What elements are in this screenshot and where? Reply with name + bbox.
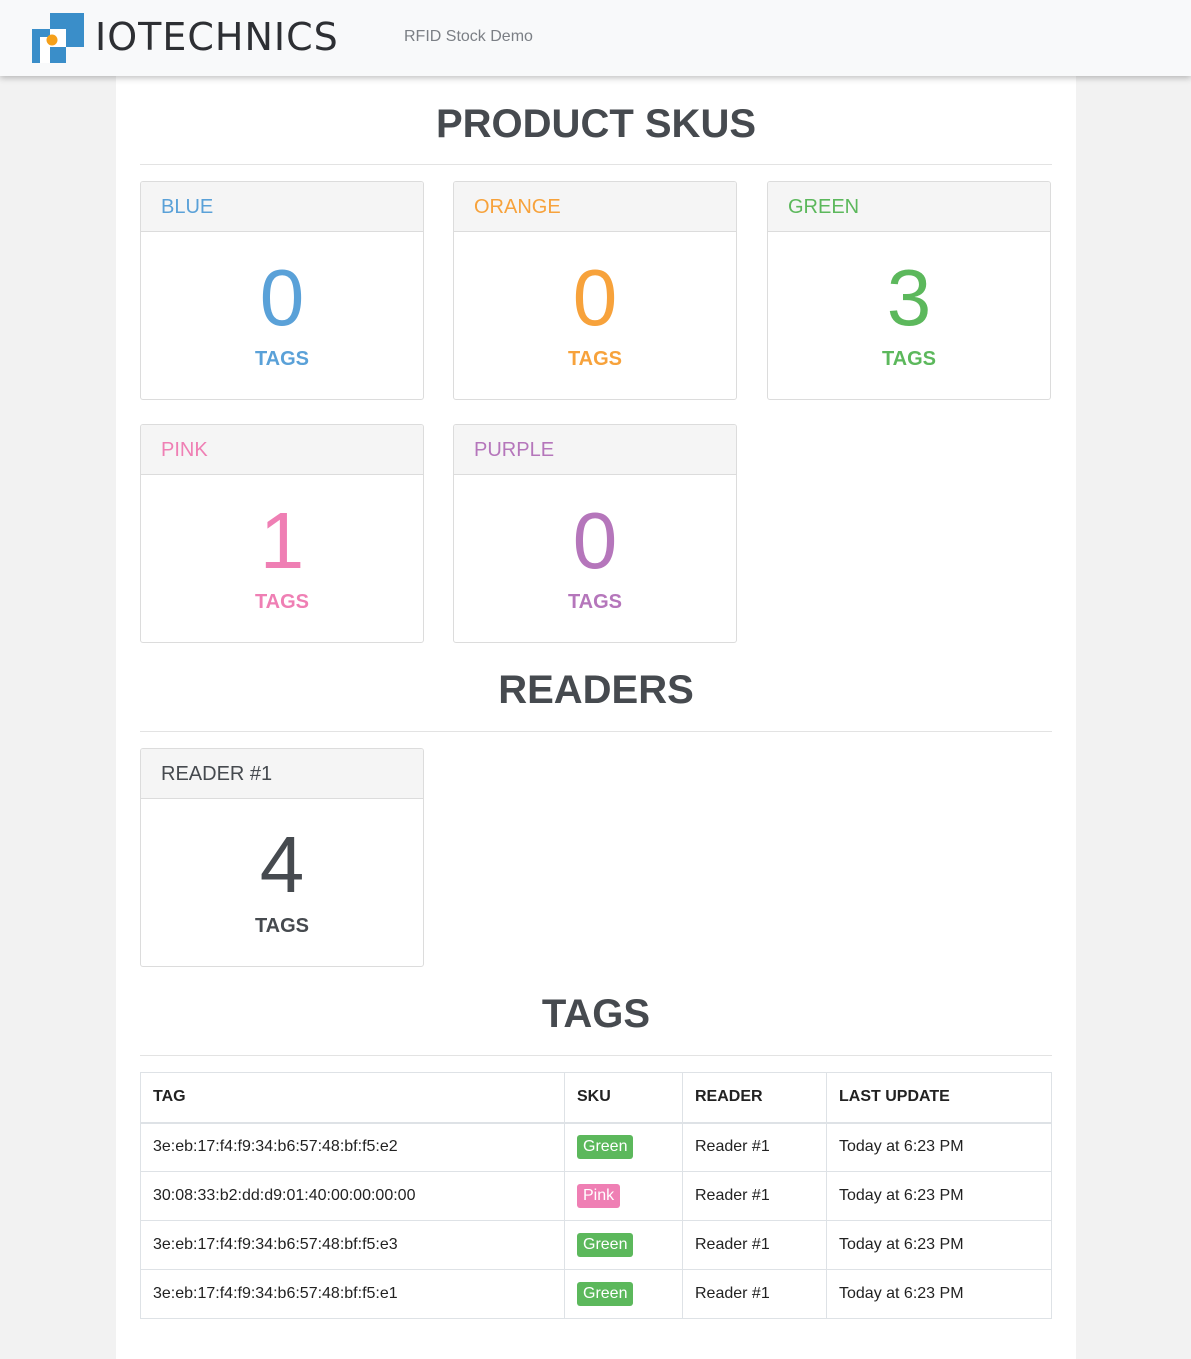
reader-tag-unit: TAGS [254, 915, 310, 937]
sku-tag-count: 0 [572, 496, 618, 585]
sku-tag-unit: TAGS [254, 591, 310, 613]
sku-cell: Green [564, 1122, 683, 1172]
tag-id-cell: 3e:eb:17:f4:f9:34:b6:57:48:bf:f5:e3 [140, 1220, 565, 1270]
divider [140, 731, 1052, 732]
sku-card-pink: PINK 1 TAGS [140, 424, 424, 643]
readers-title: READERS [498, 668, 694, 712]
sku-card-title: PINK [141, 425, 423, 475]
table-header-row: TAG SKU READER LAST UPDATE [140, 1072, 1052, 1124]
reader-tag-count: 4 [259, 820, 305, 909]
table-row: 3e:eb:17:f4:f9:34:b6:57:48:bf:f5:e2 Gree… [140, 1122, 1052, 1172]
sku-badge: Green [577, 1135, 634, 1160]
divider [140, 164, 1052, 165]
last-update-cell: Today at 6:23 PM [826, 1269, 1052, 1319]
tag-id-cell: 30:08:33:b2:dd:d9:01:40:00:00:00:00 [140, 1171, 565, 1221]
top-navbar: IOTECHNICS RFID Stock Demo [0, 0, 1191, 76]
sku-card-orange: ORANGE 0 TAGS [453, 181, 737, 400]
brand-name[interactable]: IOTECHNICS [95, 14, 339, 60]
column-header-last-update: LAST UPDATE [826, 1072, 1052, 1124]
sku-card-title: GREEN [768, 182, 1050, 232]
reader-card-title: READER #1 [141, 749, 423, 799]
sku-tag-count: 0 [572, 253, 618, 342]
tags-title: TAGS [541, 992, 651, 1036]
tags-table: TAG SKU READER LAST UPDATE 3e:eb:17:f4:f… [140, 1072, 1052, 1319]
sku-card-blue: BLUE 0 TAGS [140, 181, 424, 400]
sku-badge: Green [577, 1233, 634, 1257]
last-update-cell: Today at 6:23 PM [826, 1122, 1052, 1172]
sku-tag-unit: TAGS [881, 348, 937, 370]
sku-cell: Pink [564, 1171, 683, 1221]
column-header-sku: SKU [564, 1072, 683, 1124]
last-update-cell: Today at 6:23 PM [826, 1171, 1052, 1221]
iotechnics-logo-icon[interactable] [32, 13, 84, 63]
reader-cell: Reader #1 [682, 1122, 827, 1172]
table-row: 3e:eb:17:f4:f9:34:b6:57:48:bf:f5:e1 Gree… [140, 1269, 1052, 1319]
sku-tag-unit: TAGS [567, 591, 623, 613]
sku-tag-unit: TAGS [567, 348, 623, 370]
reader-cell: Reader #1 [682, 1220, 827, 1270]
sku-cell: Green [564, 1220, 683, 1270]
sku-badge: Green [577, 1282, 634, 1306]
column-header-reader: READER [682, 1072, 827, 1124]
sku-tag-count: 0 [259, 253, 305, 342]
sku-cell: Green [564, 1269, 683, 1319]
table-row: 30:08:33:b2:dd:d9:01:40:00:00:00:00 Pink… [140, 1171, 1052, 1221]
reader-cell: Reader #1 [682, 1171, 827, 1221]
table-row: 3e:eb:17:f4:f9:34:b6:57:48:bf:f5:e3 Gree… [140, 1220, 1052, 1270]
product-skus-title: PRODUCT SKUS [435, 102, 757, 146]
sku-tag-count: 3 [886, 253, 932, 342]
column-header-tag: TAG [140, 1072, 565, 1124]
sku-tag-unit: TAGS [254, 348, 310, 370]
sku-card-green: GREEN 3 TAGS [767, 181, 1051, 400]
tag-id-cell: 3e:eb:17:f4:f9:34:b6:57:48:bf:f5:e1 [140, 1269, 565, 1319]
sku-card-title: PURPLE [454, 425, 736, 475]
divider [140, 1055, 1052, 1056]
reader-cell: Reader #1 [682, 1269, 827, 1319]
main-content: PRODUCT SKUS BLUE 0 TAGS ORANGE 0 TAGS G… [116, 76, 1076, 1359]
reader-card: READER #1 4 TAGS [140, 748, 424, 967]
sku-card-title: ORANGE [454, 182, 736, 232]
last-update-cell: Today at 6:23 PM [826, 1220, 1052, 1270]
tag-id-cell: 3e:eb:17:f4:f9:34:b6:57:48:bf:f5:e2 [140, 1122, 565, 1172]
sku-card-purple: PURPLE 0 TAGS [453, 424, 737, 643]
sku-card-title: BLUE [141, 182, 423, 232]
app-subtitle[interactable]: RFID Stock Demo [404, 27, 533, 47]
sku-badge: Pink [577, 1184, 621, 1208]
sku-tag-count: 1 [259, 496, 305, 585]
